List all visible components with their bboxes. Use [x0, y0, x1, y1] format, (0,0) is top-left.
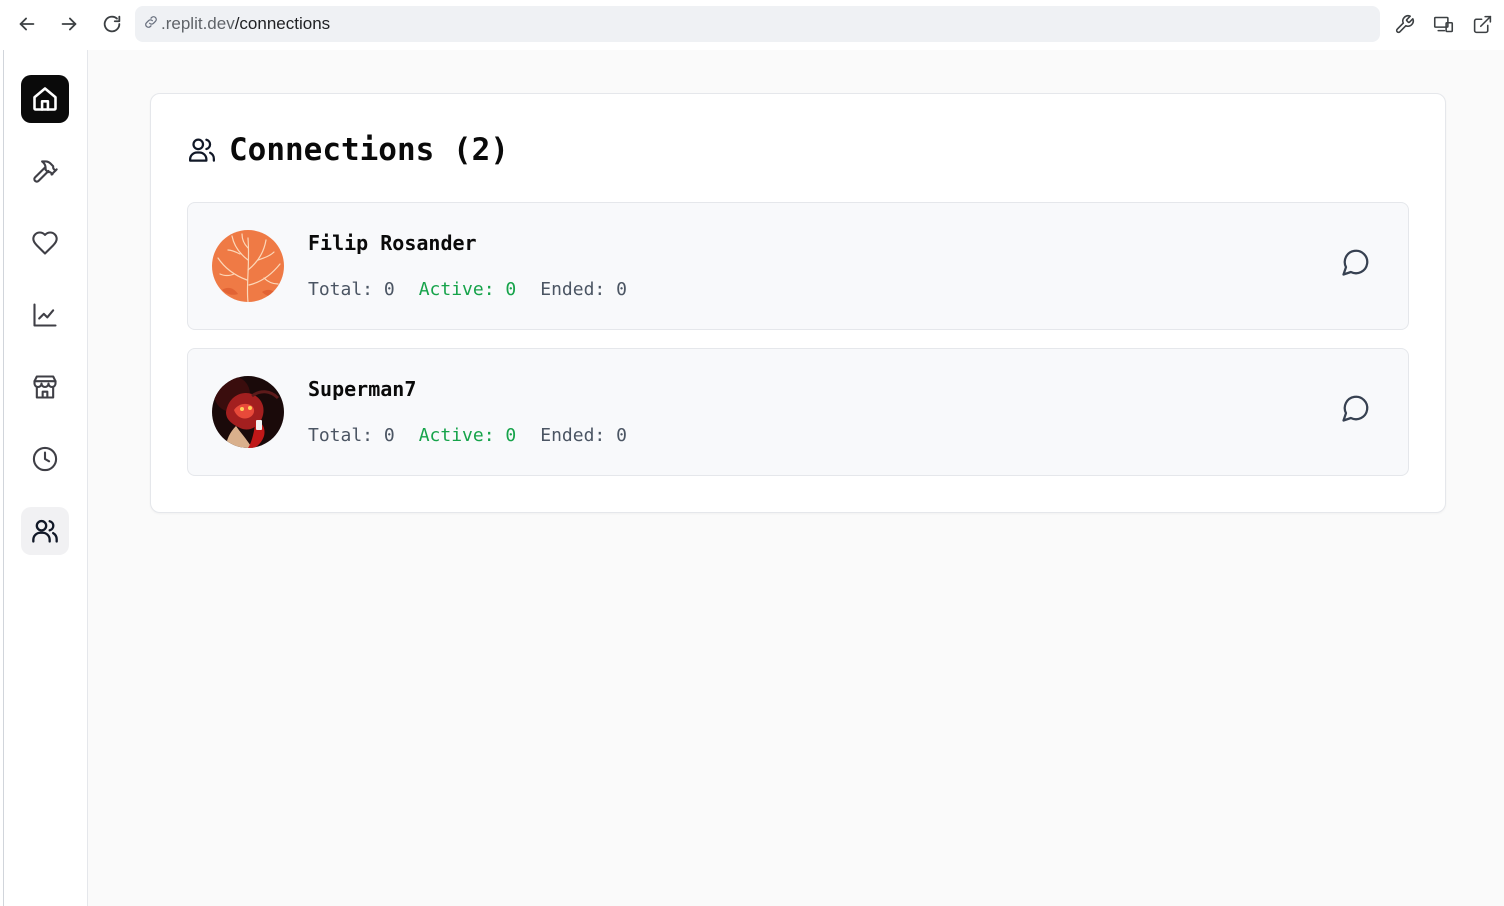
clock-icon: [32, 446, 58, 472]
reload-icon: [103, 15, 121, 33]
arrow-left-icon: [19, 17, 35, 31]
connections-card: Connections (2) Filip Rosander Total: 0 …: [150, 93, 1446, 513]
card-header: Connections (2): [187, 130, 509, 170]
ended-stat: Ended: 0: [540, 279, 627, 300]
sidebar-item-connections[interactable]: [21, 507, 69, 555]
sidebar-item-favorites[interactable]: [21, 219, 69, 267]
responsive-view-button[interactable]: [1429, 10, 1457, 38]
connection-stats: Total: 0 Active: 0 Ended: 0: [308, 425, 627, 446]
store-icon: [33, 375, 57, 399]
wrench-icon: [1395, 14, 1414, 33]
home-icon: [33, 87, 57, 111]
users-icon: [32, 519, 58, 543]
page-title: Connections (2): [229, 132, 509, 168]
open-external-button[interactable]: [1468, 10, 1496, 38]
active-stat: Active: 0: [418, 279, 517, 300]
chat-button[interactable]: [1338, 244, 1374, 280]
sidebar-item-tools[interactable]: [21, 147, 69, 195]
users-icon: [189, 138, 215, 162]
sidebar-item-home[interactable]: [21, 75, 69, 123]
hammer-icon: [33, 160, 58, 183]
avatar: [212, 230, 284, 302]
ended-stat: Ended: 0: [540, 425, 627, 446]
external-link-icon: [1473, 15, 1491, 33]
connection-stats: Total: 0 Active: 0 Ended: 0: [308, 279, 627, 300]
red-portrait-avatar: [212, 376, 284, 448]
sidebar-item-store[interactable]: [21, 363, 69, 411]
sidebar: [4, 50, 88, 906]
devtools-button[interactable]: [1390, 10, 1418, 38]
url-domain: .replit.dev: [161, 14, 235, 33]
app-container: Connections (2) Filip Rosander Total: 0 …: [3, 50, 1504, 906]
chat-bubble-icon: [1342, 395, 1369, 422]
url-path: /connections: [234, 14, 331, 33]
browser-toolbar: .replit.dev/connections: [0, 0, 1504, 50]
total-stat: Total: 0: [308, 279, 395, 300]
chat-bubble-icon: [1342, 249, 1369, 276]
leaf-pattern-orange-avatar: [212, 230, 284, 302]
connection-item: Filip Rosander Total: 0 Active: 0 Ended:…: [187, 202, 1409, 330]
back-button[interactable]: [11, 8, 43, 40]
forward-button[interactable]: [53, 8, 85, 40]
chat-button[interactable]: [1338, 390, 1374, 426]
active-stat: Active: 0: [418, 425, 517, 446]
avatar: [212, 376, 284, 448]
connection-item: Superman7 Total: 0 Active: 0 Ended: 0: [187, 348, 1409, 476]
arrow-right-icon: [61, 17, 77, 31]
sidebar-item-analytics[interactable]: [21, 291, 69, 339]
link-icon: [143, 14, 159, 35]
chart-line-icon: [33, 303, 57, 327]
connection-name: Filip Rosander: [308, 231, 477, 255]
devices-icon: [1433, 16, 1453, 32]
heart-icon: [32, 231, 58, 255]
sidebar-item-history[interactable]: [21, 435, 69, 483]
connection-name: Superman7: [308, 377, 417, 401]
total-stat: Total: 0: [308, 425, 395, 446]
reload-button[interactable]: [96, 8, 128, 40]
url-text: .replit.dev/connections: [161, 14, 330, 34]
address-bar[interactable]: .replit.dev/connections: [135, 6, 1380, 42]
